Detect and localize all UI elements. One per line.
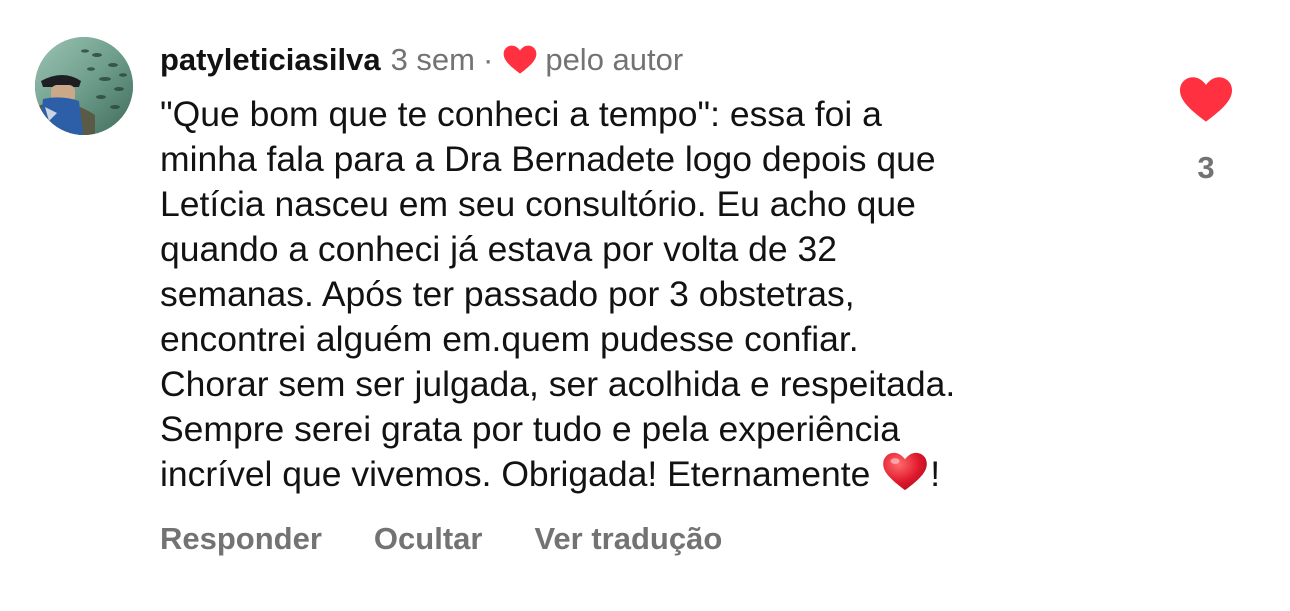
reply-button[interactable]: Responder — [160, 521, 322, 557]
avatar-photo — [35, 37, 133, 135]
separator: · — [483, 42, 494, 77]
heart-icon — [1180, 77, 1232, 122]
comment-line: incrível que vivemos. Obrigada! Etername… — [160, 454, 871, 494]
comment-line: semanas. Após ter passado por 3 obstetra… — [160, 274, 855, 314]
comment-line: quando a conheci já estava por volta de … — [160, 229, 837, 269]
comment-line: minha fala para a Dra Bernadete logo dep… — [160, 139, 936, 179]
timestamp: 3 sem — [390, 42, 475, 77]
avatar[interactable] — [35, 37, 133, 135]
red-heart-emoji-icon — [883, 452, 928, 491]
comment-text: "Que bom que te conheci a tempo": essa f… — [160, 92, 1160, 497]
username[interactable]: patyleticiasilva — [160, 40, 381, 80]
comment-header: patyleticiasilva 3 sem · pelo autor — [160, 40, 683, 80]
like-button[interactable] — [1180, 76, 1232, 124]
comment-line: Chorar sem ser julgada, ser acolhida e r… — [160, 364, 956, 404]
comment-text-end: ! — [930, 454, 941, 494]
comment-line: Sempre serei grata por tudo e pela exper… — [160, 409, 901, 449]
hide-button[interactable]: Ocultar — [374, 521, 483, 557]
liked-by-author-label: pelo autor — [545, 42, 684, 77]
comment-line: encontrei alguém em.quem pudesse confiar… — [160, 319, 859, 359]
like-count[interactable]: 3 — [1180, 150, 1232, 186]
comment-line: Letícia nasceu em seu consultório. Eu ac… — [160, 184, 916, 224]
author-like-heart-icon — [503, 45, 537, 74]
comment-actions: Responder Ocultar Ver tradução — [160, 521, 774, 557]
translate-button[interactable]: Ver tradução — [534, 521, 722, 557]
comment-line: "Que bom que te conheci a tempo": essa f… — [160, 94, 882, 134]
